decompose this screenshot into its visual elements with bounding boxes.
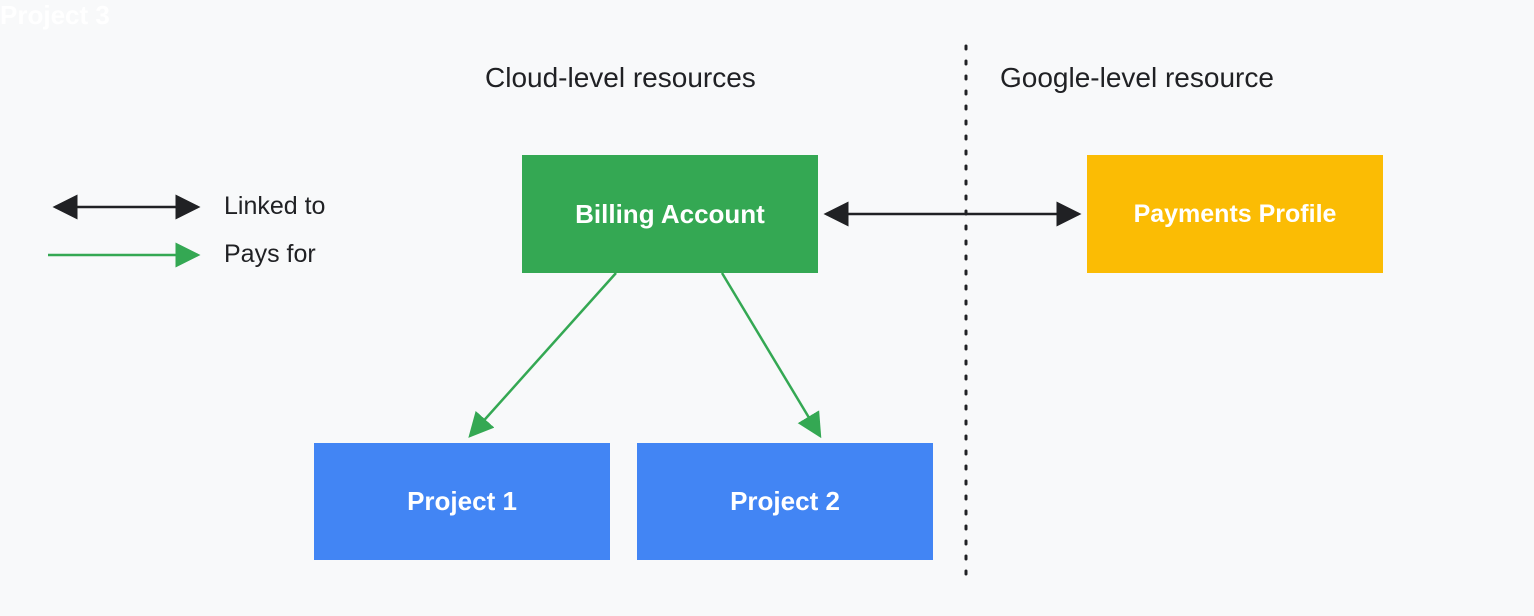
project-1-box: Project 1 (314, 443, 610, 560)
heading-cloud-resources: Cloud-level resources (485, 62, 756, 94)
project-3-ghost: Project 3 (0, 0, 1534, 31)
legend-linked-label: Linked to (224, 192, 325, 221)
heading-google-resource: Google-level resource (1000, 62, 1274, 94)
billing-account-box: Billing Account (522, 155, 818, 273)
connector-billing-project2 (722, 273, 820, 436)
payments-profile-box: Payments Profile (1087, 155, 1383, 273)
legend-pays-label: Pays for (224, 240, 316, 269)
connector-billing-project1 (470, 273, 616, 436)
project-2-box: Project 2 (637, 443, 933, 560)
